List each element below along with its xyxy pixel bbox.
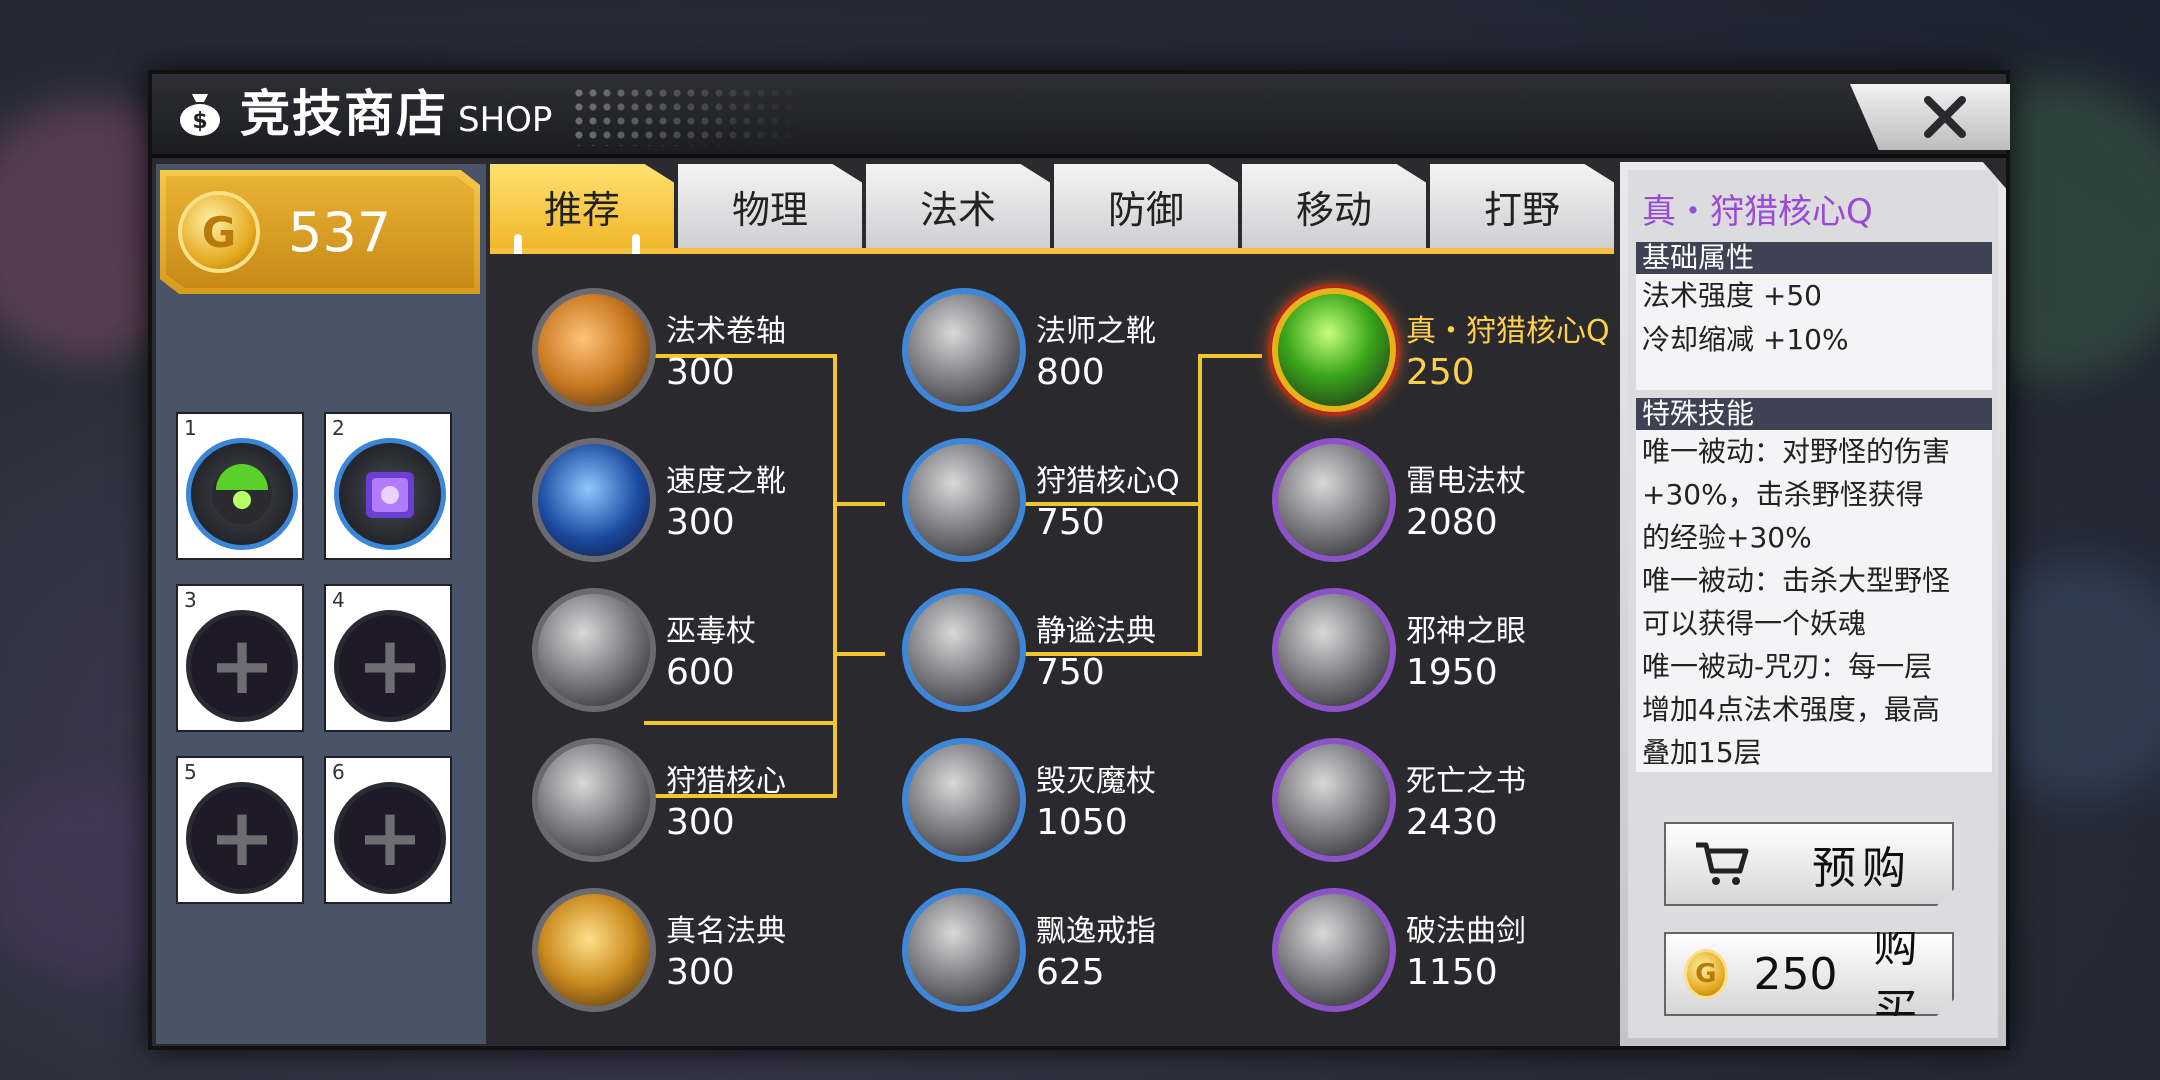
shop-window: $ 竞技商店 SHOP G 537 1 2 3 + 4 + 5 + 6 + 推荐… (148, 70, 2010, 1050)
category-tabs: 推荐 物理 法术 防御 移动 打野 (490, 164, 1614, 248)
gold-coin-icon: G (1684, 949, 1728, 999)
tab-movement[interactable]: 移动 (1242, 164, 1426, 248)
item-tree: 法术卷轴 300 速度之靴 300 巫毒杖 600 狩猎核心 300 真名法典 … (490, 254, 1614, 1044)
buy-price: 250 (1753, 948, 1838, 1000)
shop-item[interactable]: 破法曲剑 1150 (1272, 888, 1632, 1018)
shop-item-selected[interactable]: 真・狩猎核心Q 250 (1272, 288, 1632, 418)
tab-physical[interactable]: 物理 (678, 164, 862, 248)
shop-item[interactable]: 狩猎核心Q 750 (902, 438, 1262, 568)
skill-description: 唯一被动：对野怪的伤害 +30%，击杀野怪获得 的经验+30% 唯一被动：击杀大… (1636, 430, 1992, 772)
gold-amount: 537 (288, 200, 392, 264)
boots-icon (902, 288, 1026, 412)
money-bag-icon: $ (180, 94, 220, 136)
hunting-core-icon (186, 438, 298, 550)
inventory-panel: G 537 1 2 3 + 4 + 5 + 6 + (156, 164, 486, 1044)
inventory-slot-6[interactable]: 6 + (324, 756, 452, 904)
close-icon (1924, 96, 1966, 138)
inventory-slot-5[interactable]: 5 + (176, 756, 304, 904)
tab-defense[interactable]: 防御 (1054, 164, 1238, 248)
shop-subtitle: SHOP (458, 100, 553, 140)
ring-icon (902, 888, 1026, 1012)
shop-item[interactable]: 飘逸戒指 625 (902, 888, 1262, 1018)
base-stats-header: 基础属性 (1636, 242, 1992, 274)
shop-item[interactable]: 狩猎核心 300 (532, 738, 892, 868)
plus-icon: + (356, 619, 424, 712)
tab-magic[interactable]: 法术 (866, 164, 1050, 248)
eye-icon (1272, 588, 1396, 712)
plus-icon: + (208, 791, 276, 884)
shop-header: $ 竞技商店 SHOP (152, 74, 2010, 158)
boots-icon (532, 438, 656, 562)
spellbook-icon (334, 438, 446, 550)
tab-jungle[interactable]: 打野 (1430, 164, 1614, 248)
inventory-slot-1[interactable]: 1 (176, 412, 304, 560)
shop-item[interactable]: 真名法典 300 (532, 888, 892, 1018)
skull-staff-icon (902, 738, 1026, 862)
inventory-slot-3[interactable]: 3 + (176, 584, 304, 732)
shop-item[interactable]: 静谧法典 750 (902, 588, 1262, 718)
shop-item[interactable]: 毁灭魔杖 1050 (902, 738, 1262, 868)
base-stats: 法术强度 +50 冷却缩减 +10% (1636, 274, 1992, 390)
book-icon (1272, 738, 1396, 862)
orb-icon (532, 738, 656, 862)
hunting-core-icon (1272, 288, 1396, 412)
buy-button[interactable]: G 250 购买 (1664, 932, 1954, 1016)
plus-icon: + (208, 619, 276, 712)
shop-item[interactable]: 法师之靴 800 (902, 288, 1262, 418)
cart-icon (1696, 842, 1749, 885)
inventory-slot-2[interactable]: 2 (324, 412, 452, 560)
shop-item[interactable]: 法术卷轴 300 (532, 288, 892, 418)
gold-display: G 537 (160, 170, 480, 294)
item-detail-panel: 真・狩猎核心Q 基础属性 法术强度 +50 冷却缩减 +10% 特殊技能 唯一被… (1620, 162, 2006, 1046)
shop-item[interactable]: 雷电法杖 2080 (1272, 438, 1632, 568)
prebuy-button[interactable]: 预购 (1664, 822, 1954, 906)
shop-item[interactable]: 邪神之眼 1950 (1272, 588, 1632, 718)
stat-line: 法术强度 +50 (1642, 279, 1822, 312)
inventory-slot-4[interactable]: 4 + (324, 584, 452, 732)
sword-icon (1272, 888, 1396, 1012)
gold-coin-icon: G (178, 191, 260, 273)
shop-title: 竞技商店 (240, 85, 448, 143)
shop-item[interactable]: 巫毒杖 600 (532, 588, 892, 718)
shop-item[interactable]: 死亡之书 2430 (1272, 738, 1632, 868)
close-button[interactable] (1850, 84, 2010, 150)
orb-icon (902, 438, 1026, 562)
tome-icon (532, 888, 656, 1012)
hammer-icon (1272, 438, 1396, 562)
stat-line: 冷却缩减 +10% (1642, 323, 1849, 356)
staff-icon (532, 588, 656, 712)
scroll-icon (532, 288, 656, 412)
header-decoration (572, 86, 802, 146)
plus-icon: + (356, 791, 424, 884)
skill-header: 特殊技能 (1636, 398, 1992, 430)
shop-item[interactable]: 速度之靴 300 (532, 438, 892, 568)
detail-title: 真・狩猎核心Q (1642, 192, 1873, 232)
tome-icon (902, 588, 1026, 712)
svg-text:$: $ (192, 109, 207, 134)
